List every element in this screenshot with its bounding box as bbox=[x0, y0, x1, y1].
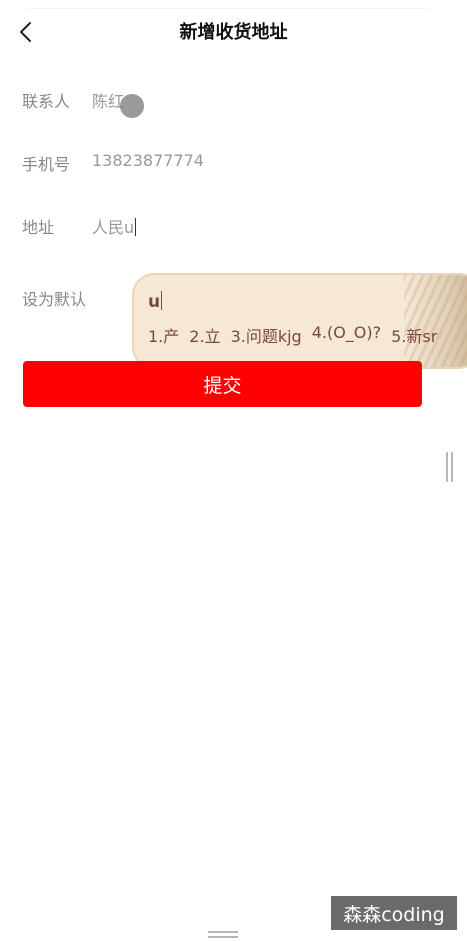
default-label: 设为默认 bbox=[22, 290, 87, 309]
ime-composition: u bbox=[148, 291, 163, 312]
address-field[interactable]: 人民u bbox=[92, 214, 137, 238]
ime-composition-text: u bbox=[148, 292, 161, 312]
address-text: 人民u bbox=[92, 218, 135, 237]
ime-candidate-list: 1.产 2.立 3.问题kjg 4.(O_O)? 5.新sr bbox=[148, 323, 437, 347]
submit-button-label: 提交 bbox=[203, 374, 242, 397]
touch-indicator bbox=[120, 94, 144, 118]
contact-field[interactable]: 陈红 bbox=[92, 88, 124, 112]
ime-caret bbox=[161, 291, 163, 310]
submit-button[interactable]: 提交 bbox=[23, 361, 422, 407]
side-drag-handle[interactable] bbox=[446, 452, 454, 482]
address-label: 地址 bbox=[22, 218, 55, 237]
ime-background-decoration bbox=[404, 275, 467, 367]
ime-candidate-popup: u 1.产 2.立 3.问题kjg 4.(O_O)? 5.新sr bbox=[132, 273, 467, 369]
header: 新增收货地址 bbox=[0, 0, 467, 64]
ime-candidate[interactable]: 3.问题kjg bbox=[231, 323, 302, 347]
text-caret bbox=[135, 218, 137, 236]
page-title: 新增收货地址 bbox=[179, 22, 288, 43]
phone-field[interactable]: 13823877774 bbox=[92, 151, 204, 170]
ime-candidate[interactable]: 4.(O_O)? bbox=[312, 323, 381, 347]
header-divider bbox=[28, 8, 427, 9]
ime-candidate[interactable]: 2.立 bbox=[189, 323, 220, 347]
watermark: 森森coding bbox=[331, 896, 457, 930]
home-indicator[interactable] bbox=[208, 931, 238, 939]
watermark-text: 森森coding bbox=[343, 903, 445, 926]
ime-candidate[interactable]: 1.产 bbox=[148, 323, 179, 347]
contact-label: 联系人 bbox=[22, 92, 71, 111]
phone-label: 手机号 bbox=[22, 155, 71, 174]
ime-candidate[interactable]: 5.新sr bbox=[391, 323, 437, 347]
